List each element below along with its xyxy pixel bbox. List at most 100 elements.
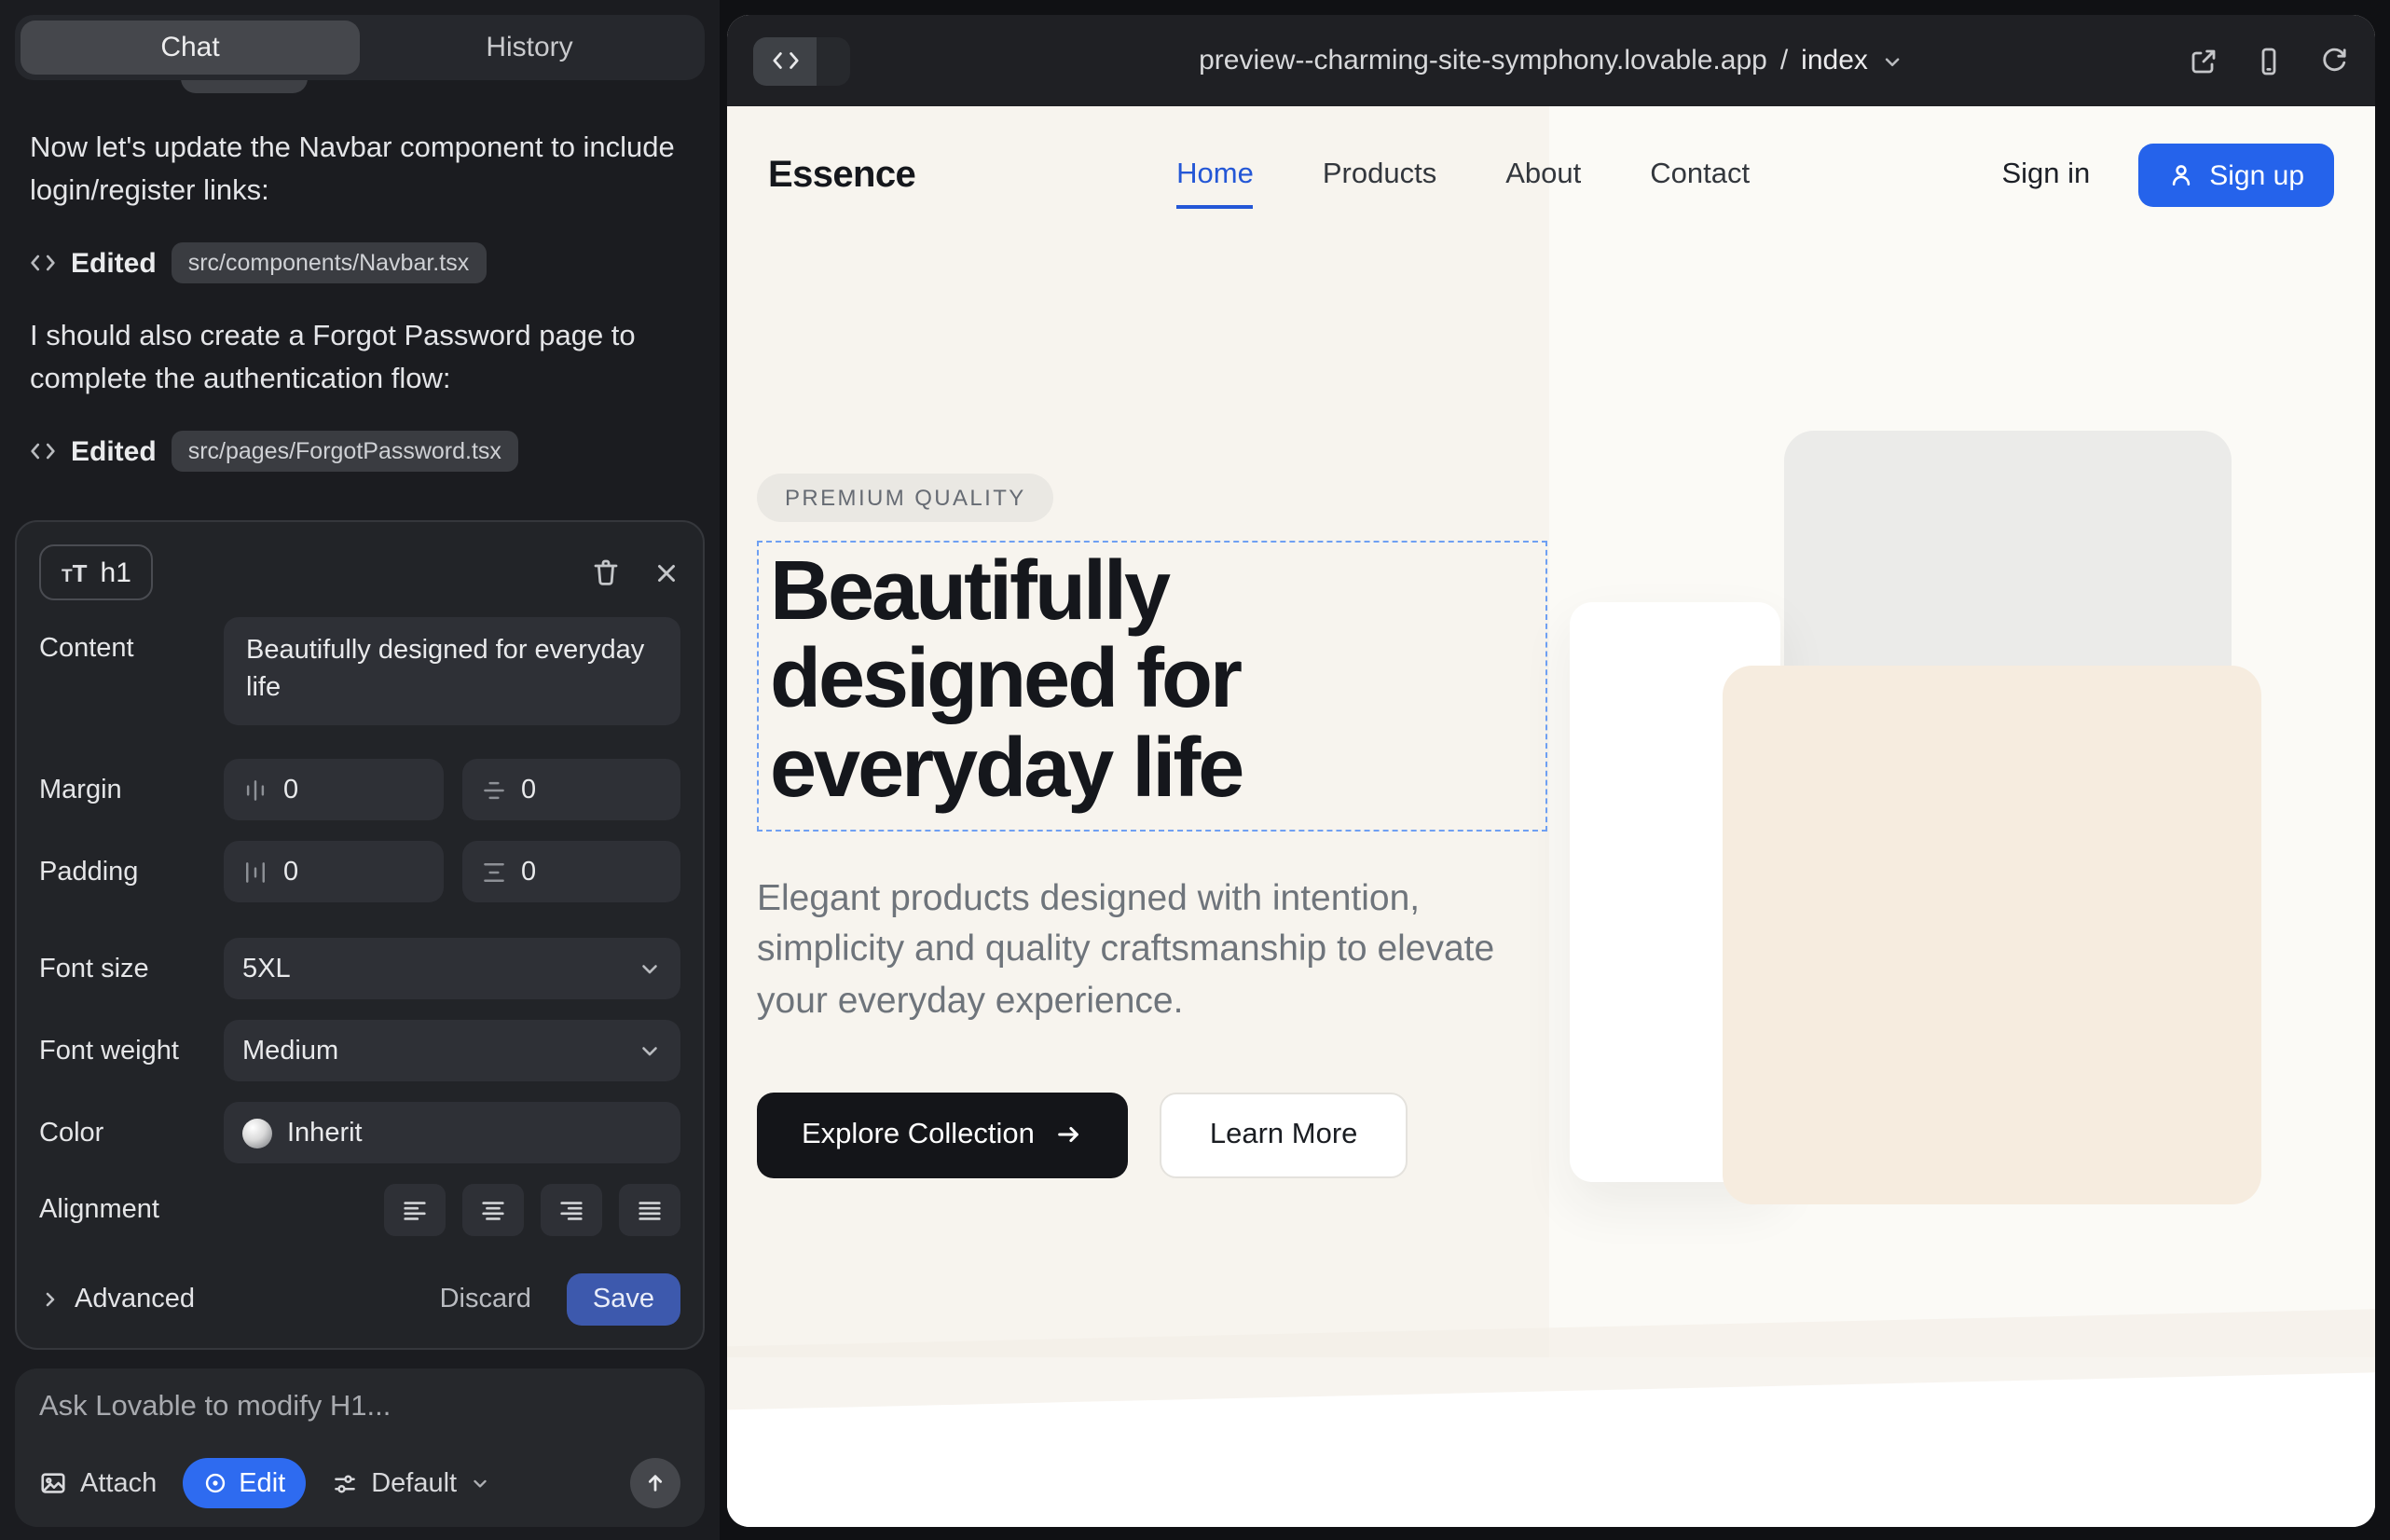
site-navbar: Essence Home Products About Contact Sign… [727, 106, 2375, 244]
align-left-icon [401, 1196, 429, 1224]
font-weight-select[interactable]: Medium [224, 1020, 680, 1081]
font-size-label: Font size [39, 954, 224, 983]
edited-file-row: Edited src/pages/ForgotPassword.tsx [30, 431, 518, 472]
selected-element-outline[interactable]: Beautifully designed for everyday life [757, 541, 1547, 832]
learn-more-button[interactable]: Learn More [1160, 1093, 1408, 1178]
browser-chrome: preview--charming-site-symphony.lovable.… [727, 15, 2375, 106]
hero-description: Elegant products designed with intention… [757, 874, 1506, 1029]
margin-label: Margin [39, 775, 224, 804]
external-link-icon [2189, 46, 2218, 76]
content-input[interactable]: Beautifully designed for everyday life [224, 617, 680, 725]
chat-message: Now let's update the Navbar component to… [30, 127, 686, 213]
font-weight-label: Font weight [39, 1036, 224, 1066]
app-window: Chat History Now let's update the Navbar… [0, 0, 2390, 1540]
horizontal-spacing-icon [242, 777, 268, 803]
sign-up-button[interactable]: Sign up [2138, 144, 2334, 207]
code-icon [30, 438, 56, 464]
nav-link-home[interactable]: Home [1176, 158, 1254, 192]
url-host: preview--charming-site-symphony.lovable.… [1199, 45, 1767, 76]
arrow-right-icon [1055, 1121, 1083, 1149]
alignment-label: Alignment [39, 1195, 224, 1225]
nav-link-about[interactable]: About [1505, 158, 1581, 192]
element-inspector-panel: TT h1 Content Beautifully designed for e… [15, 520, 705, 1350]
chat-composer: Attach Edit Default [15, 1368, 705, 1527]
model-selector[interactable]: Default [332, 1468, 490, 1498]
chevron-down-icon [1881, 49, 1903, 72]
chevron-down-icon [638, 1038, 662, 1063]
code-icon [30, 250, 56, 276]
margin-y-input[interactable]: 0 [461, 759, 680, 820]
url-separator: / [1780, 45, 1788, 76]
align-right-icon [557, 1196, 585, 1224]
chevron-down-icon [638, 956, 662, 981]
tab-history[interactable]: History [360, 21, 699, 75]
tab-chat[interactable]: Chat [21, 21, 360, 75]
composer-input[interactable] [39, 1391, 680, 1424]
toggle-segment[interactable] [817, 36, 850, 85]
margin-x-input[interactable]: 0 [224, 759, 443, 820]
chevron-down-icon [470, 1473, 490, 1493]
padding-vertical-icon [480, 859, 506, 885]
hero-headline[interactable]: Beautifully designed for everyday life [770, 546, 1527, 811]
arrow-up-icon [643, 1471, 667, 1495]
attach-button[interactable]: Attach [39, 1468, 157, 1498]
smartphone-icon [2254, 46, 2284, 76]
target-icon [203, 1471, 227, 1495]
open-external-button[interactable] [2189, 46, 2218, 76]
align-right-button[interactable] [541, 1184, 602, 1236]
code-view-toggle[interactable] [753, 36, 850, 85]
image-icon [39, 1469, 67, 1497]
element-tag: h1 [101, 557, 131, 588]
quality-badge: PREMIUM QUALITY [757, 474, 1054, 522]
url-page: index [1801, 45, 1868, 76]
chat-sidebar: Chat History Now let's update the Navbar… [0, 0, 720, 1540]
mobile-view-button[interactable] [2254, 46, 2284, 76]
align-justify-icon [636, 1196, 664, 1224]
edited-label: Edited [71, 435, 157, 467]
align-left-button[interactable] [384, 1184, 446, 1236]
code-icon [771, 47, 799, 75]
padding-horizontal-icon [242, 859, 268, 885]
selected-element-chip[interactable]: TT h1 [39, 544, 154, 600]
padding-y-input[interactable]: 0 [461, 841, 680, 902]
vertical-spacing-icon [480, 777, 506, 803]
site-logo[interactable]: Essence [768, 154, 915, 197]
file-chip[interactable]: src/components/Navbar.tsx [172, 242, 487, 283]
chevron-right-icon [39, 1288, 62, 1311]
site-canvas: Essence Home Products About Contact Sign… [727, 106, 2375, 1527]
padding-label: Padding [39, 857, 224, 887]
color-swatch-icon [242, 1118, 272, 1148]
color-label: Color [39, 1118, 224, 1148]
delete-element-button[interactable] [591, 557, 621, 587]
font-size-select[interactable]: 5XL [224, 938, 680, 999]
sliders-icon [332, 1470, 358, 1496]
refresh-icon [2319, 46, 2349, 76]
hero-section: PREMIUM QUALITY Beautifully designed for… [757, 474, 1633, 1178]
advanced-toggle[interactable]: Advanced [39, 1285, 195, 1314]
align-justify-button[interactable] [619, 1184, 680, 1236]
sign-in-link[interactable]: Sign in [2001, 158, 2090, 192]
content-label: Content [39, 617, 224, 664]
explore-collection-button[interactable]: Explore Collection [757, 1093, 1128, 1178]
edited-file-row: Edited src/components/Navbar.tsx [30, 242, 486, 283]
user-icon [2168, 162, 2194, 188]
sidebar-tabs: Chat History [15, 15, 705, 80]
nav-link-products[interactable]: Products [1323, 158, 1436, 192]
send-button[interactable] [630, 1458, 680, 1508]
decorative-card-cream [1723, 666, 2261, 1204]
save-button[interactable]: Save [567, 1273, 680, 1326]
refresh-button[interactable] [2319, 46, 2349, 76]
edited-label: Edited [71, 247, 157, 279]
close-panel-button[interactable] [652, 558, 680, 586]
url-bar[interactable]: preview--charming-site-symphony.lovable.… [1199, 45, 1903, 76]
align-center-icon [479, 1196, 507, 1224]
padding-x-input[interactable]: 0 [224, 841, 443, 902]
color-picker[interactable]: Inherit [224, 1102, 680, 1163]
typography-icon: TT [62, 558, 88, 586]
file-chip[interactable]: src/pages/ForgotPassword.tsx [172, 431, 518, 472]
discard-button[interactable]: Discard [440, 1285, 531, 1314]
nav-link-contact[interactable]: Contact [1650, 158, 1750, 192]
preview-pane: preview--charming-site-symphony.lovable.… [727, 15, 2375, 1527]
align-center-button[interactable] [462, 1184, 524, 1236]
edit-mode-button[interactable]: Edit [183, 1458, 306, 1508]
